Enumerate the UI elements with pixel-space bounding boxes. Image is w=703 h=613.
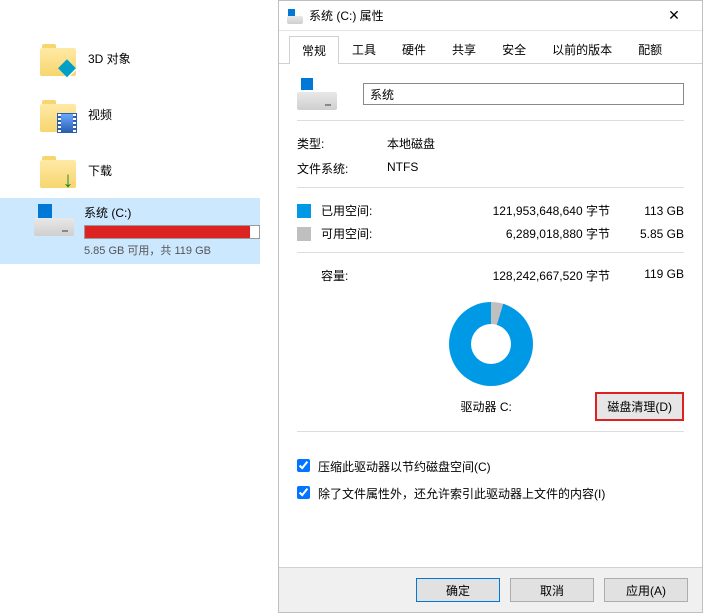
properties-dialog: 系统 (C:) 属性 ✕ 常规 工具 硬件 共享 安全 以前的版本 配额 类型:… — [278, 0, 703, 613]
divider — [297, 252, 684, 253]
capacity-bytes: 128,242,667,520 字节 — [397, 267, 628, 284]
drive-name-input[interactable] — [363, 83, 684, 105]
divider — [297, 431, 684, 432]
folder-icon — [40, 96, 76, 132]
explorer-sidebar: ◆ 3D 对象 视频 ↓ 下载 系统 (C:) 5.85 GB 可用，共 119… — [0, 30, 278, 264]
type-value: 本地磁盘 — [387, 135, 435, 152]
free-space-label: 可用空间: — [321, 225, 411, 242]
film-icon — [56, 112, 78, 134]
download-arrow-icon: ↓ — [58, 170, 78, 190]
tab-quota[interactable]: 配额 — [625, 35, 675, 63]
disk-cleanup-button[interactable]: 磁盘清理(D) — [595, 392, 684, 421]
drive-icon — [287, 8, 303, 24]
drive-letter-label: 驱动器 C: — [297, 398, 595, 415]
ok-button[interactable]: 确定 — [416, 578, 500, 602]
drive-icon — [34, 204, 74, 236]
filesystem-label: 文件系统: — [297, 160, 387, 177]
folder-3d-objects[interactable]: ◆ 3D 对象 — [0, 30, 278, 86]
tab-hardware[interactable]: 硬件 — [389, 35, 439, 63]
apply-button[interactable]: 应用(A) — [604, 578, 688, 602]
compress-checkbox[interactable] — [297, 459, 310, 472]
folder-label: 下载 — [88, 162, 112, 179]
tab-previous-versions[interactable]: 以前的版本 — [539, 35, 625, 63]
folder-label: 3D 对象 — [88, 50, 131, 67]
close-button[interactable]: ✕ — [654, 1, 694, 31]
compress-checkbox-row[interactable]: 压缩此驱动器以节约磁盘空间(C) — [297, 458, 684, 475]
index-checkbox[interactable] — [297, 486, 310, 499]
cube-3d-icon: ◆ — [56, 56, 78, 78]
index-label: 除了文件属性外，还允许索引此驱动器上文件的内容(I) — [318, 485, 605, 502]
free-space-swatch — [297, 227, 311, 241]
cancel-button[interactable]: 取消 — [510, 578, 594, 602]
capacity-human: 119 GB — [628, 267, 684, 284]
used-space-label: 已用空间: — [321, 202, 411, 219]
drive-name: 系统 (C:) — [84, 204, 260, 221]
folder-videos[interactable]: 视频 — [0, 86, 278, 142]
filesystem-value: NTFS — [387, 160, 418, 177]
type-label: 类型: — [297, 135, 387, 152]
tab-general[interactable]: 常规 — [289, 36, 339, 64]
folder-icon: ◆ — [40, 40, 76, 76]
compress-label: 压缩此驱动器以节约磁盘空间(C) — [318, 458, 491, 475]
index-checkbox-row[interactable]: 除了文件属性外，还允许索引此驱动器上文件的内容(I) — [297, 485, 684, 502]
used-space-bytes: 121,953,648,640 字节 — [411, 202, 628, 219]
tab-security[interactable]: 安全 — [489, 35, 539, 63]
capacity-label: 容量: — [321, 267, 397, 284]
folder-icon: ↓ — [40, 152, 76, 188]
free-space-human: 5.85 GB — [628, 227, 684, 241]
titlebar: 系统 (C:) 属性 ✕ — [279, 1, 702, 31]
drive-icon — [297, 78, 337, 110]
dialog-title: 系统 (C:) 属性 — [309, 7, 654, 24]
free-space-bytes: 6,289,018,880 字节 — [411, 225, 628, 242]
tab-tools[interactable]: 工具 — [339, 35, 389, 63]
drive-c-item[interactable]: 系统 (C:) 5.85 GB 可用，共 119 GB — [0, 198, 260, 264]
divider — [297, 187, 684, 188]
used-space-swatch — [297, 204, 311, 218]
drive-subtext: 5.85 GB 可用，共 119 GB — [84, 242, 260, 258]
dialog-footer: 确定 取消 应用(A) — [279, 567, 702, 612]
folder-downloads[interactable]: ↓ 下载 — [0, 142, 278, 198]
used-space-human: 113 GB — [628, 204, 684, 218]
folder-label: 视频 — [88, 106, 112, 123]
drive-usage-bar — [84, 225, 260, 239]
tab-sharing[interactable]: 共享 — [439, 35, 489, 63]
divider — [297, 120, 684, 121]
usage-donut-chart — [449, 302, 533, 386]
tab-strip: 常规 工具 硬件 共享 安全 以前的版本 配额 — [279, 31, 702, 64]
tab-content: 类型:本地磁盘 文件系统:NTFS 已用空间: 121,953,648,640 … — [279, 64, 702, 567]
